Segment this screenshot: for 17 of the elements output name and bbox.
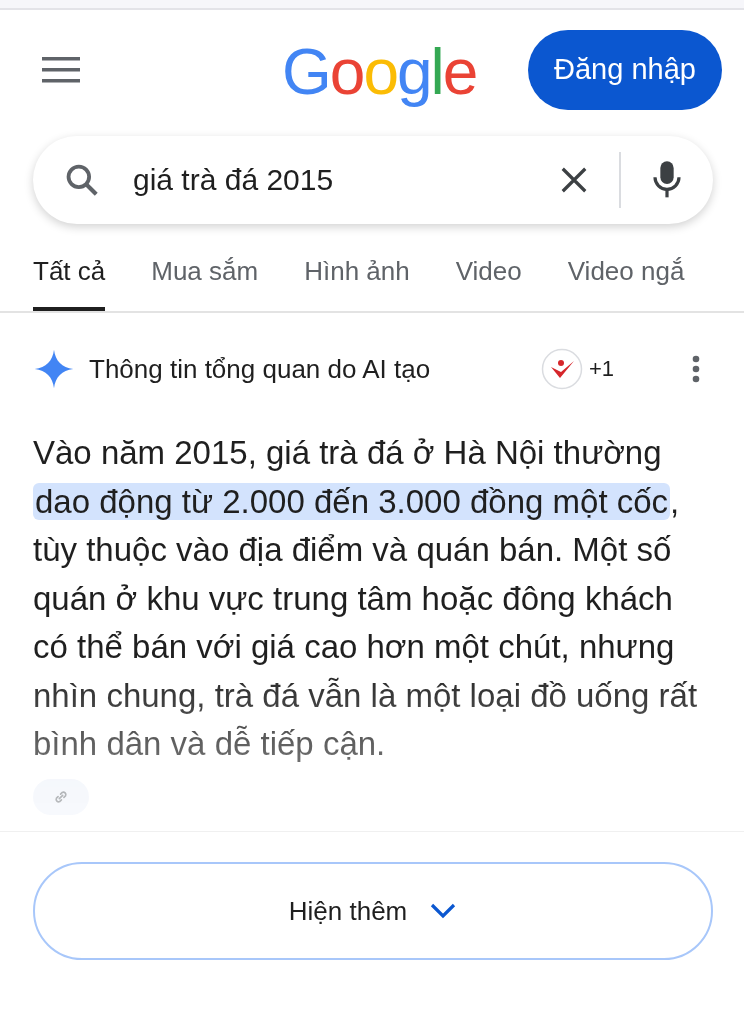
tab[interactable]: Hình ảnh	[304, 256, 410, 311]
tab[interactable]: Tất cả	[33, 256, 106, 311]
close-icon[interactable]	[559, 165, 589, 195]
sign-in-button[interactable]: Đăng nhập	[528, 29, 722, 110]
show-more-button[interactable]: Hiện thêm	[33, 862, 713, 960]
overview-title: Thông tin tổng quan do AI tạo	[89, 353, 431, 385]
menu-icon[interactable]	[42, 56, 80, 83]
microphone-icon[interactable]	[651, 160, 683, 200]
tab[interactable]: Video ngắ	[567, 256, 685, 311]
source-count: +1	[588, 356, 614, 382]
tab[interactable]: Video	[455, 256, 522, 311]
source-icon[interactable]	[540, 348, 583, 390]
search-field[interactable]: giá trà đá 2015	[119, 163, 541, 197]
more-options-icon[interactable]	[692, 355, 700, 383]
overview-text: Vào năm 2015, giá trà đá ở Hà Nội thường dao động từ 2.000 đến 3.000 đồng một cốc, tùy thuộc vào địa điểm và quán bán. Một số quán ở khu vực trung tâm hoặc đông khách có thể bán với giá cao hơn một chút, nhưng nhìn chung, trà đá vẫn là một loại đồ uống rất bình dân và dễ tiếp cận.	[33, 433, 699, 764]
tab[interactable]: Mua sắm	[151, 256, 259, 311]
chevron-down-icon	[429, 902, 458, 920]
